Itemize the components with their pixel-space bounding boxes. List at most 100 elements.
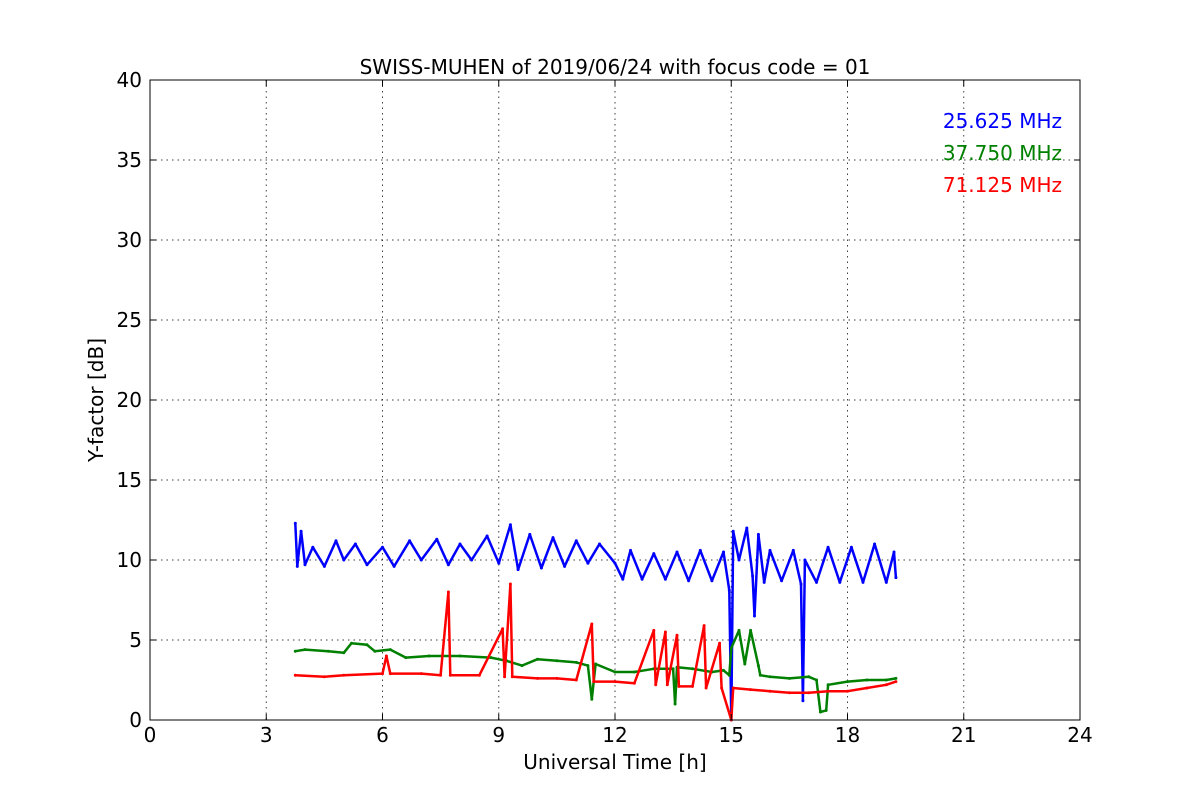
data-point <box>846 680 849 684</box>
data-point <box>574 678 578 682</box>
data-point <box>613 561 617 565</box>
data-point <box>342 673 346 677</box>
series-3 <box>293 582 898 722</box>
data-point <box>702 624 706 628</box>
data-point <box>590 697 594 701</box>
data-point <box>756 664 760 668</box>
data-point <box>818 710 822 714</box>
data-point <box>365 563 369 567</box>
data-point <box>727 673 731 677</box>
data-point <box>758 673 762 677</box>
y-tick-label: 30 <box>117 228 142 252</box>
data-point <box>768 675 772 679</box>
data-point <box>749 628 753 632</box>
data-point <box>807 691 811 695</box>
data-point <box>731 686 735 690</box>
data-point <box>826 683 830 687</box>
legend: 25.625 MHz 37.750 MHz 71.125 MHz <box>943 109 1062 197</box>
data-point <box>762 580 766 584</box>
data-point <box>698 548 702 552</box>
series-layer <box>293 521 898 722</box>
y-tick-label: 15 <box>117 468 142 492</box>
data-point <box>293 649 297 653</box>
data-point <box>574 660 578 664</box>
data-point <box>539 566 543 570</box>
data-point <box>704 686 708 690</box>
y-tick-label: 0 <box>129 708 142 732</box>
grid <box>150 80 1080 720</box>
data-point <box>632 670 636 674</box>
data-point <box>303 563 307 567</box>
data-point <box>322 675 326 679</box>
data-point <box>671 667 675 671</box>
data-point <box>299 529 303 533</box>
data-point <box>439 673 443 677</box>
data-point <box>503 675 507 679</box>
data-point <box>737 558 741 562</box>
x-tick-label: 12 <box>602 723 627 747</box>
chart-title: SWISS-MUHEN of 2019/06/24 with focus cod… <box>360 55 871 79</box>
data-point <box>722 668 725 672</box>
data-point <box>520 664 524 668</box>
y-tick-label: 40 <box>117 68 142 92</box>
data-point <box>516 568 520 572</box>
data-point <box>381 672 384 676</box>
data-point <box>326 649 330 653</box>
data-point <box>687 579 691 583</box>
data-point <box>691 684 694 688</box>
data-point <box>710 579 714 583</box>
data-point <box>673 702 677 706</box>
data-point <box>470 558 474 562</box>
data-point <box>342 558 346 562</box>
data-point <box>731 529 735 533</box>
data-point <box>632 681 636 685</box>
x-tick-label: 6 <box>376 723 389 747</box>
y-tick-label: 10 <box>117 548 142 572</box>
y-tick-label: 5 <box>129 628 142 652</box>
data-point <box>508 523 512 527</box>
data-point <box>654 683 658 687</box>
data-point <box>536 657 539 661</box>
data-point <box>894 676 898 680</box>
data-point <box>334 539 338 543</box>
y-tick-label: 20 <box>117 388 142 412</box>
data-point <box>756 532 760 536</box>
data-point <box>768 689 772 693</box>
data-point <box>528 532 532 536</box>
data-point <box>388 672 392 676</box>
data-point <box>448 673 452 677</box>
data-point <box>749 688 753 692</box>
data-point <box>629 548 632 552</box>
data-point <box>295 564 299 568</box>
data-point <box>894 680 898 684</box>
data-point <box>477 673 481 677</box>
data-point <box>722 550 725 554</box>
series-line <box>294 523 898 722</box>
data-point <box>768 548 772 552</box>
data-point <box>613 670 617 674</box>
series-2 <box>293 628 898 714</box>
data-point <box>665 683 669 687</box>
data-point <box>675 633 679 637</box>
data-point <box>751 574 755 578</box>
data-point <box>592 680 596 684</box>
x-tick-label: 0 <box>144 723 157 747</box>
data-point <box>753 614 756 618</box>
data-point <box>727 588 731 592</box>
data-point <box>365 643 369 647</box>
data-point <box>555 659 559 663</box>
ticks: 0 3 6 9 12 15 18 21 24 0 5 10 15 20 25 30 35 40 <box>117 68 1093 747</box>
data-point <box>652 628 656 632</box>
data-point <box>342 651 346 655</box>
data-point <box>737 628 741 632</box>
data-point <box>849 545 853 549</box>
data-point <box>861 580 865 584</box>
data-point <box>574 539 578 543</box>
data-point <box>311 545 315 549</box>
y-tick-label: 25 <box>117 308 142 332</box>
data-point <box>458 542 462 546</box>
x-tick-label: 21 <box>951 723 976 747</box>
data-point <box>485 534 489 538</box>
data-point <box>884 683 888 687</box>
data-point <box>322 564 326 568</box>
